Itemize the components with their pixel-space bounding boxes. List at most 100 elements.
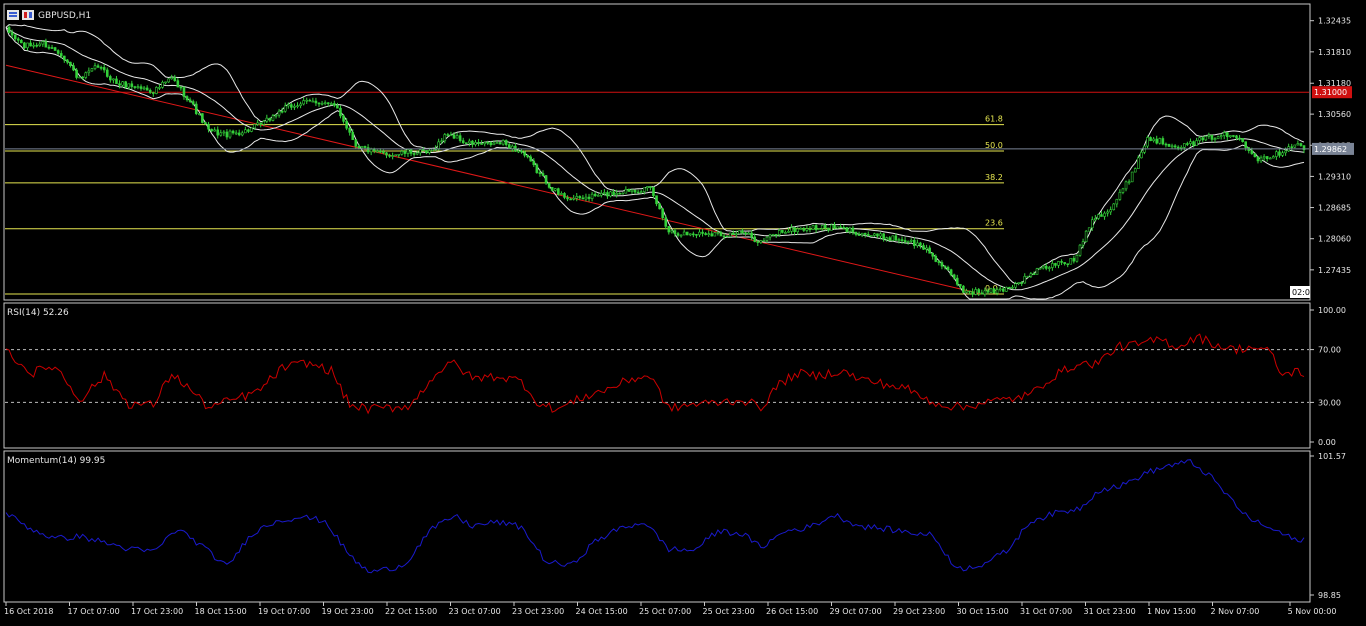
candle-body	[1170, 145, 1174, 148]
candle-body	[253, 124, 256, 129]
candle-body	[566, 197, 569, 200]
candle-body	[1293, 144, 1297, 148]
candle-body	[897, 239, 901, 241]
candle-body	[1069, 258, 1073, 265]
time-axis-label: 19 Oct 07:00	[258, 607, 310, 616]
candle-body	[977, 289, 981, 294]
candle-body	[102, 67, 106, 71]
candle-body	[1109, 209, 1112, 213]
chart-canvas[interactable]: GBPUSD,H1 RSI(14) 52.26 Momentum(14) 99.…	[0, 0, 1366, 622]
candle-body	[1213, 138, 1217, 140]
candle-body	[692, 233, 695, 236]
candle-body	[1244, 141, 1247, 148]
time-axis-label: 25 Oct 07:00	[639, 607, 691, 616]
candle-body	[345, 121, 348, 129]
candle-body	[403, 151, 407, 154]
rsi-axis-label: 30.00	[1318, 398, 1341, 407]
candle-body	[541, 173, 545, 176]
trading-chart-window[interactable]: GBPUSD,H1 RSI(14) 52.26 Momentum(14) 99.…	[0, 0, 1366, 622]
candle-body	[1090, 219, 1094, 229]
candle-body	[336, 105, 339, 109]
candle-body	[710, 233, 714, 237]
candle-body	[1066, 263, 1070, 265]
candle-body	[655, 195, 658, 205]
price-axis-label: 1.31810	[1318, 48, 1351, 57]
candle-body	[145, 87, 149, 91]
candle-body	[808, 228, 812, 230]
candle-body	[151, 92, 155, 94]
candle-body	[949, 269, 953, 276]
candle-body	[793, 227, 796, 233]
candle-body	[29, 42, 32, 47]
candle-body	[820, 224, 824, 229]
candle-body	[277, 110, 281, 116]
candle-body	[247, 129, 250, 132]
candle-body	[477, 142, 480, 144]
candle-body	[639, 191, 643, 193]
candle-body	[900, 239, 904, 241]
candle-body	[1121, 188, 1125, 193]
candle-body	[1081, 241, 1085, 246]
candle-body	[802, 228, 806, 231]
candle-body	[1179, 147, 1183, 149]
candle-body	[75, 69, 78, 78]
candle-body	[115, 78, 118, 84]
candle-body	[164, 81, 167, 84]
candle-body	[771, 234, 775, 236]
candle-body	[621, 192, 625, 195]
candle-body	[517, 150, 520, 153]
candle-body	[731, 232, 735, 236]
candle-body	[194, 103, 198, 114]
candle-body	[268, 117, 272, 121]
candle-body	[158, 87, 161, 89]
candle-body	[409, 149, 413, 154]
candle-body	[523, 151, 526, 156]
momentum-axis-label: 101.57	[1318, 452, 1346, 461]
time-axis-label: 16 Oct 2018	[4, 607, 53, 616]
candle-body	[283, 105, 287, 112]
candle-body	[937, 261, 941, 263]
candle-body	[587, 196, 591, 199]
candle-body	[836, 226, 839, 229]
time-axis-label: 24 Oct 15:00	[576, 607, 628, 616]
candle-body	[1225, 132, 1229, 138]
candle-body	[750, 232, 753, 238]
candle-body	[799, 228, 803, 230]
candle-body	[7, 26, 11, 33]
time-axis-label: 17 Oct 07:00	[68, 607, 120, 616]
candle-body	[118, 83, 121, 86]
candle-body	[1198, 137, 1201, 141]
candle-body	[688, 233, 692, 236]
candle-body	[207, 123, 210, 130]
candle-body	[989, 288, 993, 293]
candle-body	[952, 274, 956, 279]
candle-body	[44, 41, 48, 48]
candle-body	[136, 86, 140, 88]
candle-body	[480, 143, 483, 145]
candle-body	[1026, 275, 1030, 278]
candle-body	[633, 189, 637, 193]
candle-body	[422, 149, 425, 151]
candle-body	[1189, 141, 1192, 144]
candle-body	[474, 142, 477, 145]
candle-body	[1044, 265, 1048, 269]
candle-body	[1204, 136, 1208, 141]
candle-body	[317, 102, 321, 105]
candle-body	[1222, 132, 1226, 136]
candle-body	[909, 239, 913, 242]
candle-body	[173, 77, 177, 81]
candle-body	[1155, 138, 1159, 144]
candle-body	[372, 148, 376, 152]
candle-body	[526, 154, 529, 158]
candle-body	[342, 115, 345, 122]
candle-body	[1296, 143, 1300, 146]
candle-body	[1051, 263, 1054, 268]
candle-body	[658, 203, 661, 210]
candle-body	[959, 284, 962, 287]
candle-body	[1268, 157, 1272, 160]
candle-body	[814, 225, 818, 231]
candle-body	[351, 132, 355, 140]
price-axis-label: 1.32435	[1318, 17, 1351, 26]
candle-body	[934, 255, 938, 262]
candle-body	[529, 156, 533, 162]
